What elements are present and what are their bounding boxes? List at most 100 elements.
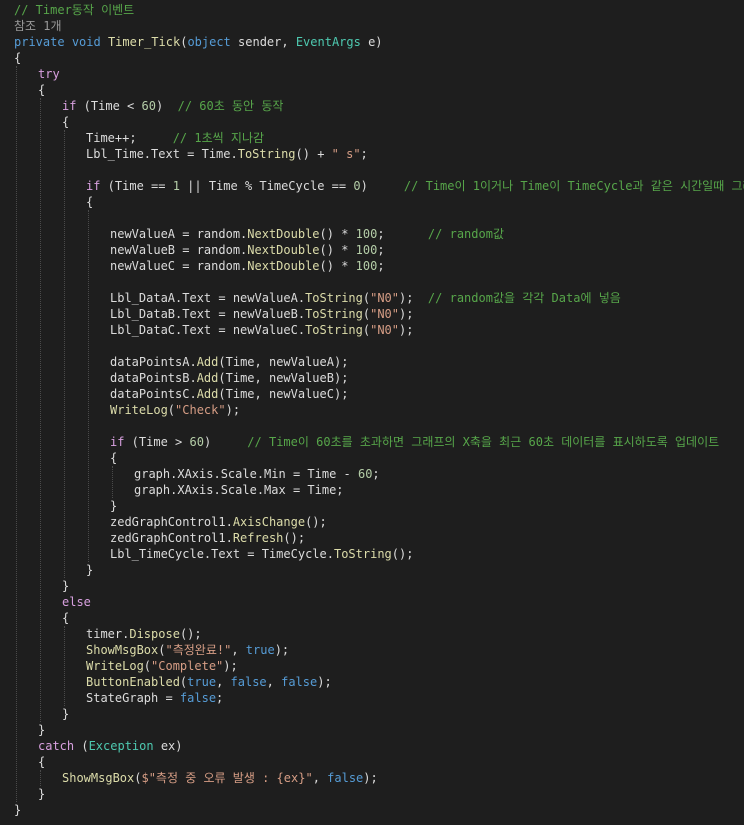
code-line: Lbl_TimeCycle.Text = TimeCycle.ToString(…	[110, 546, 413, 562]
code-token: 60	[189, 435, 204, 449]
code-line: if (Time < 60) // 60초 동안 동작	[62, 98, 283, 114]
code-token: {	[38, 83, 46, 97]
code-token: true	[187, 675, 217, 689]
code-token: sender,	[230, 35, 296, 49]
code-token: ;	[360, 147, 368, 161]
code-token: catch	[38, 739, 75, 753]
code-line: // Timer동작 이벤트	[14, 2, 134, 18]
code-token: ToString	[305, 323, 363, 337]
code-token: }	[86, 563, 94, 577]
code-line: }	[14, 802, 21, 818]
code-token: }	[14, 803, 22, 817]
code-token: );	[225, 403, 241, 417]
code-token: 60	[141, 99, 156, 113]
code-token: {	[110, 451, 118, 465]
indent-guide	[64, 626, 65, 706]
code-line: graph.XAxis.Scale.Max = Time;	[134, 482, 344, 498]
code-token: );	[317, 675, 332, 689]
code-line: {	[62, 114, 69, 130]
code-token: false	[230, 675, 267, 689]
code-token: WriteLog	[86, 659, 144, 673]
code-token: );	[399, 323, 414, 337]
code-token: }	[38, 787, 46, 801]
code-token: zedGraphControl1.	[110, 515, 233, 529]
code-token: Dispose	[129, 627, 180, 641]
code-line: }	[62, 706, 69, 722]
code-token: ;	[377, 227, 428, 241]
code-token: e)	[360, 35, 383, 49]
code-token: ();	[305, 515, 327, 529]
code-line: zedGraphControl1.Refresh();	[110, 530, 305, 546]
code-token: ();	[179, 627, 202, 641]
code-token: (Time ==	[100, 179, 173, 193]
code-token: (	[143, 659, 152, 673]
code-token: ToString	[333, 547, 392, 561]
code-token: if	[110, 435, 125, 449]
code-token: }	[38, 723, 46, 737]
code-line: }	[62, 578, 69, 594]
code-line: WriteLog("Check");	[110, 402, 240, 418]
code-token: "N0"	[370, 307, 400, 321]
code-token: ;	[216, 691, 224, 705]
code-token: ShowMsgBox	[86, 643, 159, 657]
code-token: NextDouble	[247, 243, 320, 257]
code-token: ,	[312, 771, 328, 785]
code-token: ex)	[153, 739, 183, 753]
code-line: }	[38, 786, 45, 802]
code-token: {	[62, 115, 70, 129]
code-token: ToString	[237, 147, 296, 161]
code-line: newValueB = random.NextDouble() * 100;	[110, 242, 385, 258]
code-token: (Time, newValueA);	[218, 355, 349, 369]
code-token: ();	[283, 531, 306, 545]
code-line: newValueC = random.NextDouble() * 100;	[110, 258, 385, 274]
code-line: catch (Exception ex)	[38, 738, 183, 754]
code-line: Lbl_Time.Text = Time.ToString() + " s";	[86, 146, 368, 162]
code-token: newValueC = random.	[110, 259, 248, 273]
code-line: {	[38, 82, 45, 98]
code-token: }	[110, 499, 118, 513]
code-token: NextDouble	[247, 227, 320, 241]
code-token: || Time % TimeCycle ==	[179, 179, 354, 193]
code-token: dataPointsB.	[110, 371, 197, 385]
code-token: "N0"	[370, 323, 400, 337]
code-editor[interactable]: // Timer동작 이벤트 참조 1개 private void Timer_Ti…	[0, 0, 744, 825]
code-token: () *	[319, 259, 356, 273]
code-token: true	[245, 643, 275, 657]
code-token: (Time <	[76, 99, 142, 113]
code-token: ,	[216, 675, 231, 689]
codelens-reference-count[interactable]: 참조 1개	[14, 19, 62, 33]
code-line: WriteLog("Complete");	[86, 658, 238, 674]
code-token: void	[71, 35, 101, 49]
code-token: // Time이 1이거나 Time이 TimeCycle과 같은 시간일때 그…	[403, 179, 744, 193]
code-token: WriteLog	[110, 403, 168, 417]
code-token: AxisChange	[232, 515, 306, 529]
code-token: zedGraphControl1.	[110, 531, 233, 545]
code-line: if (Time == 1 || Time % TimeCycle == 0) …	[86, 178, 744, 194]
code-line: try	[38, 66, 60, 82]
code-token: Timer_Tick	[107, 35, 181, 49]
code-line: }	[110, 498, 117, 514]
code-token: );	[274, 643, 290, 657]
indent-guide	[40, 770, 41, 786]
code-token: (Time, newValueB);	[218, 371, 349, 385]
indent-guide	[40, 98, 41, 722]
indent-guide	[64, 130, 65, 578]
code-line: {	[86, 194, 93, 210]
code-token: // 1초씩 지나감	[172, 131, 265, 145]
code-token: ShowMsgBox	[62, 771, 135, 785]
code-token: (	[167, 403, 176, 417]
code-token: 1	[172, 179, 180, 193]
code-token: $"측정 중 오류 발생 : {ex}"	[141, 771, 313, 785]
code-token: "측정완료!"	[165, 643, 232, 657]
code-token: // random값	[427, 227, 504, 241]
code-token: object	[187, 35, 231, 49]
indent-guide	[88, 210, 89, 562]
code-token: false	[179, 691, 217, 705]
code-line: StateGraph = false;	[86, 690, 223, 706]
code-token: 100	[355, 227, 378, 241]
code-token: Lbl_DataA.Text = newValueA.	[110, 291, 306, 305]
code-token: );	[399, 307, 414, 321]
code-token: ;	[377, 243, 385, 257]
code-token: );	[363, 771, 378, 785]
